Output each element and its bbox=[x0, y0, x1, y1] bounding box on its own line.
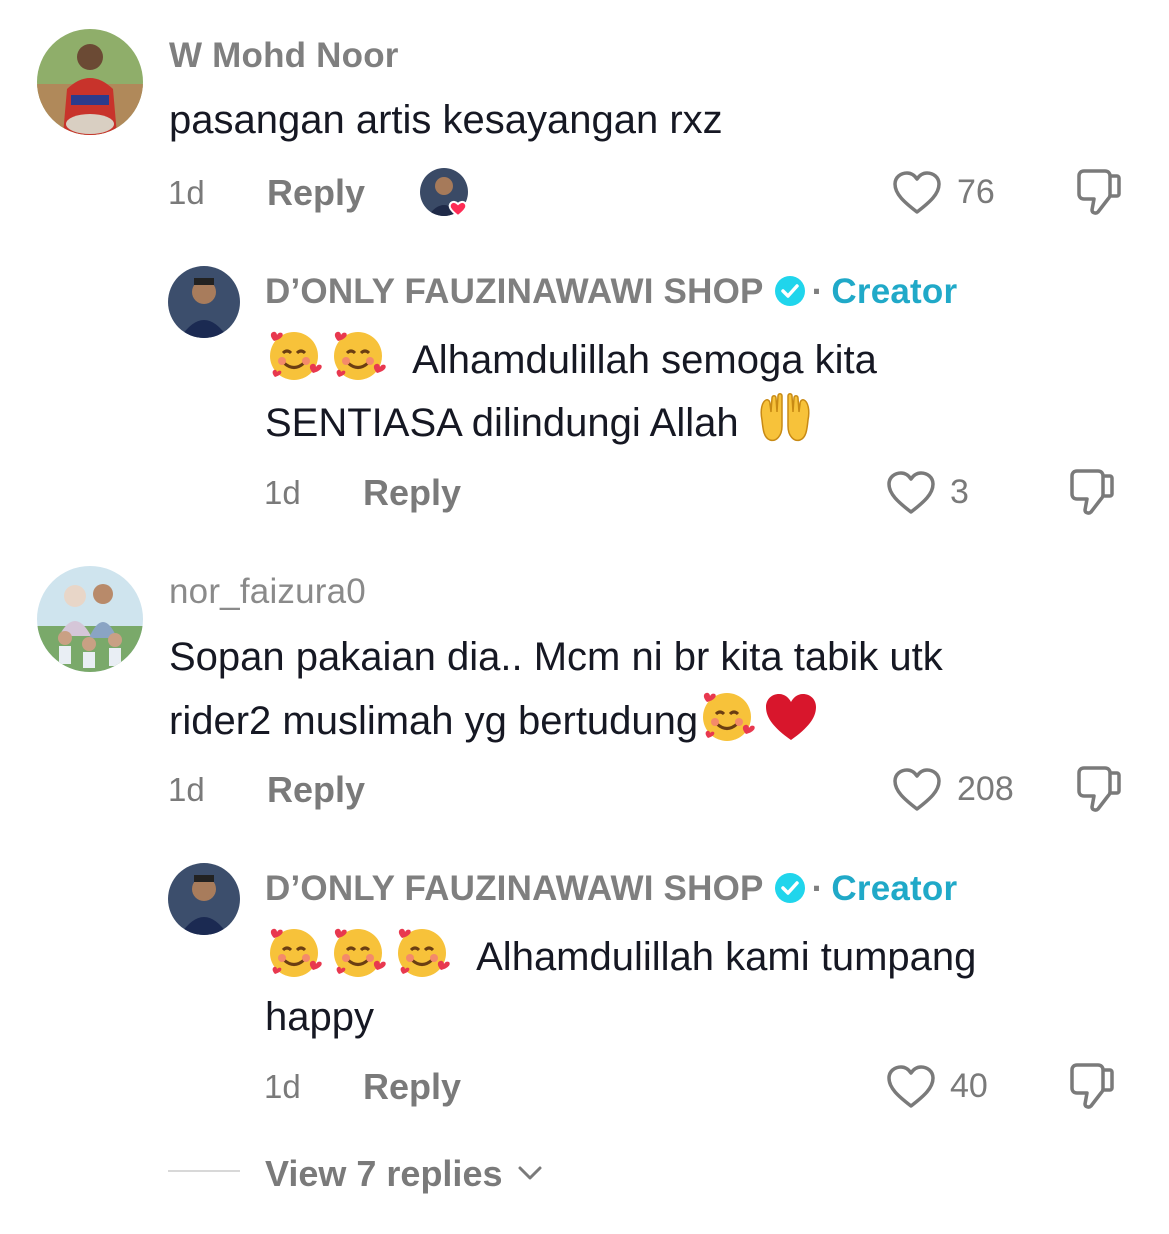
heart-outline-icon[interactable] bbox=[886, 470, 936, 516]
reply-time: 1d bbox=[264, 474, 301, 511]
comment-text: rider2 muslimah yg bertudung bbox=[169, 699, 699, 743]
like-count: 76 bbox=[957, 173, 995, 211]
comment-username[interactable]: W Mohd Noor bbox=[169, 36, 399, 76]
avatar-donly-shop[interactable] bbox=[168, 266, 240, 338]
comment-username[interactable]: nor_faizura0 bbox=[169, 572, 366, 612]
reply-button[interactable]: Reply bbox=[267, 172, 365, 214]
reply-text: Alhamdulillah kami tumpang bbox=[476, 935, 977, 979]
comment-time: 1d bbox=[168, 771, 205, 808]
smiling-face-with-hearts-icon bbox=[398, 928, 450, 977]
replies-divider bbox=[168, 1170, 240, 1172]
avatar-nor-faizura0[interactable] bbox=[37, 566, 143, 672]
like-count: 3 bbox=[950, 473, 969, 511]
reply-username[interactable]: D’ONLY FAUZINAWAWI SHOP · Creator bbox=[265, 869, 957, 909]
red-heart-icon bbox=[766, 694, 817, 740]
comment-time: 1d bbox=[168, 174, 205, 211]
creator-badge: Creator bbox=[831, 869, 958, 908]
reply-username-text[interactable]: D’ONLY FAUZINAWAWI SHOP bbox=[265, 272, 764, 311]
like-count: 40 bbox=[950, 1067, 988, 1105]
smiling-face-with-hearts-icon bbox=[270, 331, 322, 380]
dislike-icon[interactable] bbox=[1066, 468, 1116, 516]
reply-button[interactable]: Reply bbox=[363, 1066, 461, 1108]
dislike-icon[interactable] bbox=[1066, 1062, 1116, 1110]
view-more-replies-button[interactable]: View 7 replies bbox=[265, 1153, 543, 1195]
separator-dot: · bbox=[811, 869, 824, 908]
comment-text-line2: rider2 muslimah yg bertudung bbox=[169, 688, 826, 752]
chevron-down-icon[interactable] bbox=[517, 1164, 543, 1182]
verified-icon bbox=[774, 276, 805, 306]
avatar-w-mohd-noor[interactable] bbox=[37, 29, 143, 135]
heart-outline-icon[interactable] bbox=[892, 170, 942, 216]
smiling-face-with-hearts-icon bbox=[270, 928, 322, 977]
dislike-icon[interactable] bbox=[1073, 765, 1123, 813]
comment-text-line1: Sopan pakaian dia.. Mcm ni br kita tabik… bbox=[169, 635, 943, 679]
view-more-label[interactable]: View 7 replies bbox=[265, 1153, 502, 1194]
reply-text-line1: Alhamdulillah semoga kita bbox=[265, 327, 877, 391]
reply-time: 1d bbox=[264, 1068, 301, 1105]
smiling-face-with-hearts-icon bbox=[703, 692, 755, 741]
dislike-icon[interactable] bbox=[1073, 168, 1123, 216]
reply-text: SENTIASA dilindungi Allah bbox=[265, 401, 739, 445]
reply-text-line2: SENTIASA dilindungi Allah bbox=[265, 390, 820, 454]
reply-button[interactable]: Reply bbox=[267, 769, 365, 811]
reply-text-line1: Alhamdulillah kami tumpang bbox=[265, 924, 976, 988]
reply-username-text[interactable]: D’ONLY FAUZINAWAWI SHOP bbox=[265, 869, 764, 908]
smiling-face-with-hearts-icon bbox=[334, 928, 386, 977]
separator-dot: · bbox=[811, 272, 824, 311]
reply-text: Alhamdulillah semoga kita bbox=[412, 338, 877, 382]
raising-hands-icon bbox=[760, 393, 810, 442]
like-count: 208 bbox=[957, 770, 1014, 808]
avatar-donly-shop[interactable] bbox=[168, 863, 240, 935]
creator-liked-avatar bbox=[420, 168, 468, 218]
verified-icon bbox=[774, 873, 805, 903]
creator-badge: Creator bbox=[831, 272, 958, 311]
heart-outline-icon[interactable] bbox=[886, 1064, 936, 1110]
reply-button[interactable]: Reply bbox=[363, 472, 461, 514]
reply-text-line2: happy bbox=[265, 995, 374, 1039]
heart-outline-icon[interactable] bbox=[892, 767, 942, 813]
smiling-face-with-hearts-icon bbox=[334, 331, 386, 380]
comment-text: pasangan artis kesayangan rxz bbox=[169, 98, 723, 142]
reply-username[interactable]: D’ONLY FAUZINAWAWI SHOP · Creator bbox=[265, 272, 957, 312]
